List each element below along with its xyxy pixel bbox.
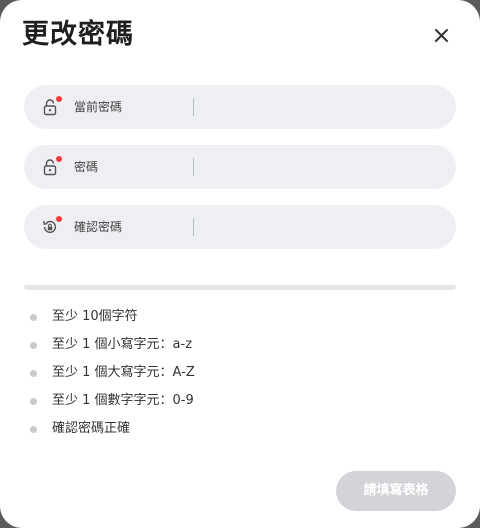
requirement-item: 至少 10個字符 [24,307,424,327]
requirement-text: 至少 1 個數字字元：0-9 [52,393,194,408]
field-divider [193,158,194,176]
requirement-text: 至少 10個字符 [52,309,138,324]
required-indicator [56,96,62,102]
requirement-bullet [30,426,37,433]
requirement-bullet [30,314,37,321]
new-password-label: 密碼 [74,160,99,174]
required-indicator [56,156,62,162]
confirm-password-label: 確認密碼 [74,220,123,234]
close-button[interactable] [428,22,454,48]
confirm-password-input[interactable] [202,213,442,243]
current-password-label: 當前密碼 [74,100,123,114]
requirement-text: 至少 1 個小寫字元：a-z [52,337,193,352]
field-divider [193,218,194,236]
requirement-item: 確認密碼正確 [24,419,424,439]
close-icon [435,29,448,42]
confirm-password-field[interactable]: 確認密碼 [24,205,456,249]
requirement-item: 至少 1 個大寫字元：A-Z [24,363,424,383]
requirement-item: 至少 1 個小寫字元：a-z [24,335,424,355]
new-password-input[interactable] [202,153,442,183]
requirement-text: 確認密碼正確 [52,421,131,436]
submit-button[interactable]: 請填寫表格 [336,471,456,511]
requirement-item: 至少 1 個數字字元：0-9 [24,391,424,411]
new-password-field[interactable]: 密碼 [24,145,456,189]
password-strength-bar [24,285,456,290]
current-password-field[interactable]: 當前密碼 [24,85,456,129]
change-password-dialog: 更改密碼 當前密碼 密碼 確認密碼 至少 10個字符 至少 1 個小寫字元：a-… [0,0,480,528]
requirement-bullet [30,370,37,377]
current-password-input[interactable] [202,93,442,123]
required-indicator [56,216,62,222]
requirement-bullet [30,398,37,405]
requirement-text: 至少 1 個大寫字元：A-Z [52,365,195,380]
dialog-title: 更改密碼 [22,19,134,50]
field-divider [193,98,194,116]
requirement-bullet [30,342,37,349]
